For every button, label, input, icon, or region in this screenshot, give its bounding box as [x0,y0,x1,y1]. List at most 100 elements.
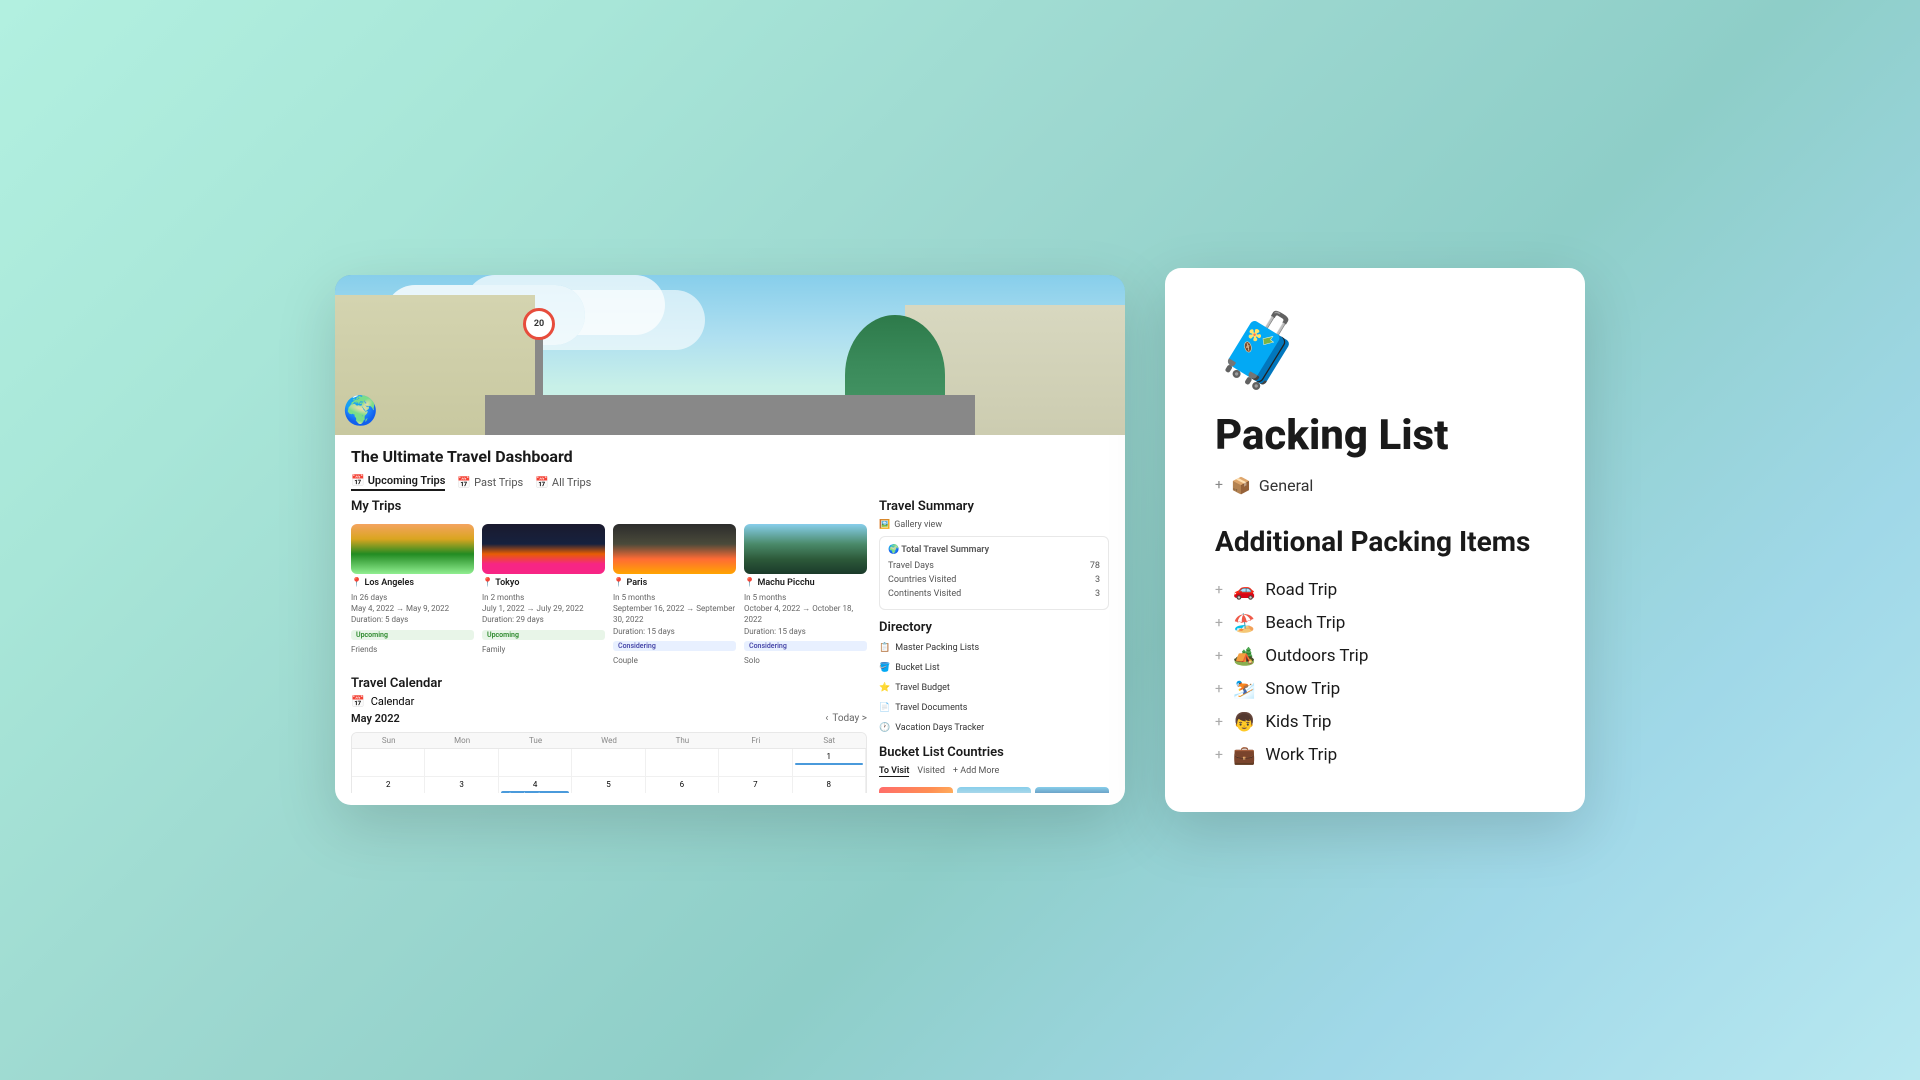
bucket-country-uk[interactable]: United Kingdom Europe [1035,787,1109,793]
plus-icon: + [1215,648,1223,664]
dir-item-bucket[interactable]: 🪣 Bucket List [879,661,1109,675]
event-la [795,763,863,765]
packing-item-kids-trip[interactable]: + 👦 Kids Trip [1215,706,1535,739]
general-emoji: 📦 [1231,476,1251,495]
cal-cell [719,749,792,777]
outdoors-trip-label: Outdoors Trip [1265,646,1368,666]
packing-item-work-trip[interactable]: + 💼 Work Trip [1215,739,1535,772]
directory-title: Directory [879,620,1109,635]
bucket-img-italy [879,787,953,793]
plus-icon: + [1215,714,1223,730]
gallery-icon: 🖼️ [879,520,890,530]
speed-sign: 20 [523,308,555,340]
snow-trip-label: Snow Trip [1265,679,1340,699]
trip-thumb-la [351,524,474,574]
dashboard-main: My Trips 📍 Los Angeles In 26 days May 4,… [351,499,1109,793]
bucket-tab-visited[interactable]: Visited [917,766,945,777]
packing-list-title: Packing List [1215,413,1535,459]
general-label: General [1259,476,1313,495]
packing-item-snow-trip[interactable]: + ⛷️ Snow Trip [1215,673,1535,706]
directory-section: Directory 📋 Master Packing Lists 🪣 Bucke… [879,620,1109,735]
tab-all-trips[interactable]: 📅 All Trips [535,474,591,491]
work-trip-label: Work Trip [1265,745,1337,765]
snow-trip-emoji: ⛷️ [1233,679,1255,700]
tab-past-trips[interactable]: 📅 Past Trips [457,474,523,491]
today-button[interactable]: Today > [832,713,867,724]
bucket-tab-add[interactable]: + Add More [953,766,999,777]
day-sat: Sat [793,733,866,748]
cal-cell: 1 [793,749,866,777]
plus-icon: + [1215,582,1223,598]
bucket-list-section: Bucket List Countries To Visit Visited +… [879,745,1109,793]
dir-item-budget[interactable]: ⭐ Travel Budget [879,681,1109,695]
general-item[interactable]: + 📦 General [1215,476,1535,495]
road-trip-emoji: 🚗 [1233,580,1255,601]
day-sun: Sun [352,733,425,748]
bucket-img-japan [957,787,1031,793]
street-scene: 20 [335,275,1125,435]
calendar-section: Travel Calendar 📅 Calendar May 2022 ‹ To… [351,676,867,793]
calendar-month: May 2022 [351,712,400,725]
beach-trip-label: Beach Trip [1265,613,1345,633]
travel-dashboard-panel: 20 🌍 The Ultimate Travel Dashboard 📅 Upc… [335,275,1125,805]
bucket-img-uk [1035,787,1109,793]
packing-item-outdoors-trip[interactable]: + 🏕️ Outdoors Trip [1215,640,1535,673]
trip-card-la[interactable]: 📍 Los Angeles In 26 days May 4, 2022 → M… [351,524,474,666]
cal-cell: 2 [352,777,425,793]
calendar-section-title: Travel Calendar [351,676,867,691]
road-trip-label: Road Trip [1265,580,1337,600]
day-fri: Fri [719,733,792,748]
work-trip-emoji: 💼 [1233,745,1255,766]
budget-icon: ⭐ [879,683,890,693]
cal-cell [499,749,572,777]
trip-card-machu[interactable]: 📍 Machu Picchu In 5 months October 4, 20… [744,524,867,666]
packing-item-road-trip[interactable]: + 🚗 Road Trip [1215,574,1535,607]
tab-upcoming-trips[interactable]: 📅 Upcoming Trips [351,474,445,491]
day-thu: Thu [646,733,719,748]
day-mon: Mon [425,733,498,748]
outdoors-trip-emoji: 🏕️ [1233,646,1255,667]
road-decoration [485,395,975,435]
summary-title: Travel Summary [879,499,1109,514]
trip-badge-paris: Considering [613,641,736,651]
calendar-nav[interactable]: ‹ Today > [825,713,867,724]
cal-cell: 7 [719,777,792,793]
trip-badge-machu: Considering [744,641,867,651]
trip-badge-tokyo: Upcoming [482,630,605,640]
packing-icon: 📋 [879,643,890,653]
prev-month[interactable]: ‹ [825,713,828,724]
calendar-small-icon: 📅 [351,695,365,708]
trip-thumb-machu [744,524,867,574]
dashboard-content: The Ultimate Travel Dashboard 📅 Upcoming… [335,435,1125,805]
cal-cell: 6 [646,777,719,793]
trip-name-la: 📍 Los Angeles [351,578,474,588]
trip-card-tokyo[interactable]: 📍 Tokyo In 2 months July 1, 2022 → July … [482,524,605,666]
cal-cell [646,749,719,777]
summary-card: 🌍 Total Travel Summary Travel Days 78 Co… [879,536,1109,610]
day-wed: Wed [572,733,645,748]
dashboard-title: The Ultimate Travel Dashboard [351,447,1109,466]
bucket-icon: 🪣 [879,663,890,673]
cal-cell: 4↑ Los AngelesIn 26 daysDuration: 5 days [499,777,572,793]
dir-item-docs[interactable]: 📄 Travel Documents [879,701,1109,715]
bucket-tab-tovisit[interactable]: To Visit [879,766,909,777]
dir-item-vacation[interactable]: 🕐 Vacation Days Tracker [879,721,1109,735]
day-tue: Tue [499,733,572,748]
trip-thumb-paris [613,524,736,574]
bucket-country-italy[interactable]: Italy Europe [879,787,953,793]
packing-item-beach-trip[interactable]: + 🏖️ Beach Trip [1215,607,1535,640]
trip-meta-paris: In 5 months September 16, 2022 → Septemb… [613,592,736,637]
vacation-icon: 🕐 [879,723,890,733]
trip-thumb-tokyo [482,524,605,574]
summary-card-title: 🌍 Total Travel Summary [888,545,1100,555]
calendar-header: 📅 Calendar [351,695,867,708]
calendar-icon-3: 📅 [535,476,549,489]
right-content: Travel Summary 🖼️ Gallery view 🌍 Total T… [879,499,1109,793]
trip-with-la: Friends [351,644,474,655]
bucket-country-japan[interactable]: Japan Asia [957,787,1031,793]
summary-section: Travel Summary 🖼️ Gallery view 🌍 Total T… [879,499,1109,610]
cal-cell [572,749,645,777]
dir-item-packing[interactable]: 📋 Master Packing Lists [879,641,1109,655]
trip-card-paris[interactable]: 📍 Paris In 5 months September 16, 2022 →… [613,524,736,666]
cal-cell: 8 [793,777,866,793]
